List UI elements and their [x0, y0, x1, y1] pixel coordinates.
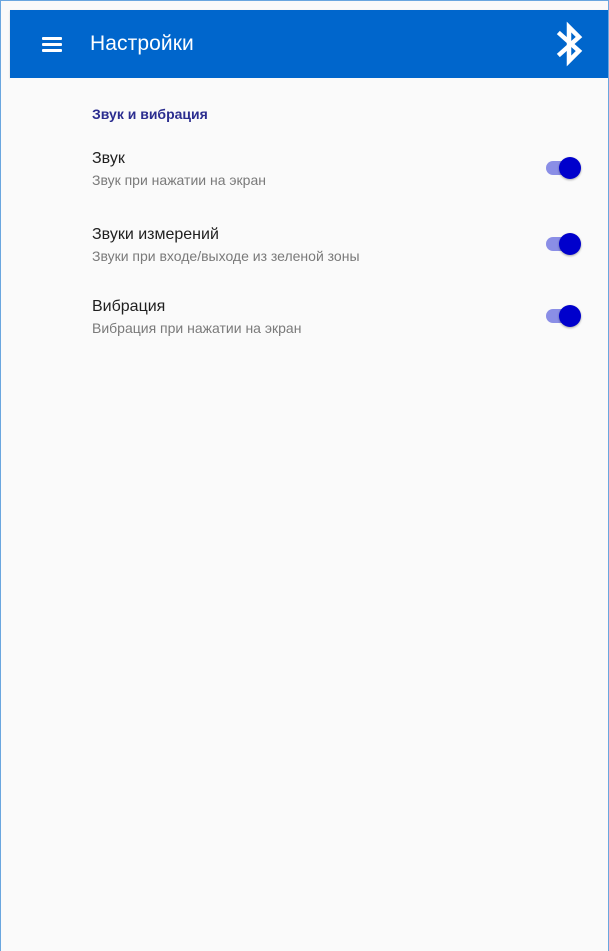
- bluetooth-button[interactable]: [546, 14, 594, 74]
- measurement-sounds-toggle[interactable]: [545, 232, 581, 256]
- setting-subtitle: Звук при нажатии на экран: [92, 172, 266, 188]
- setting-title: Звуки измерений: [92, 226, 219, 243]
- sound-toggle[interactable]: [545, 156, 581, 180]
- vibration-toggle[interactable]: [545, 304, 581, 328]
- setting-title: Вибрация: [92, 298, 166, 315]
- switch-thumb: [559, 233, 581, 255]
- bluetooth-icon: [556, 21, 583, 67]
- switch-thumb: [559, 157, 581, 179]
- settings-content: Звук и вибрация Звук Звук при нажатии на…: [10, 78, 608, 951]
- setting-subtitle: Вибрация при нажатии на экран: [92, 320, 302, 336]
- setting-title: Звук: [92, 150, 125, 167]
- app-window: Настройки Звук и вибрация Звук Звук при …: [0, 0, 609, 951]
- app-bar: Настройки: [10, 10, 608, 78]
- switch-thumb: [559, 305, 581, 327]
- setting-vibration[interactable]: Вибрация Вибрация при нажатии на экран: [10, 298, 608, 358]
- page-title: Настройки: [90, 32, 194, 55]
- setting-sound[interactable]: Звук Звук при нажатии на экран: [10, 150, 608, 210]
- section-title-sound-vibration: Звук и вибрация: [92, 106, 208, 122]
- menu-icon: [42, 37, 62, 52]
- setting-subtitle: Звуки при входе/выходе из зеленой зоны: [92, 248, 360, 264]
- setting-measurement-sounds[interactable]: Звуки измерений Звуки при входе/выходе и…: [10, 226, 608, 286]
- menu-button[interactable]: [20, 10, 84, 78]
